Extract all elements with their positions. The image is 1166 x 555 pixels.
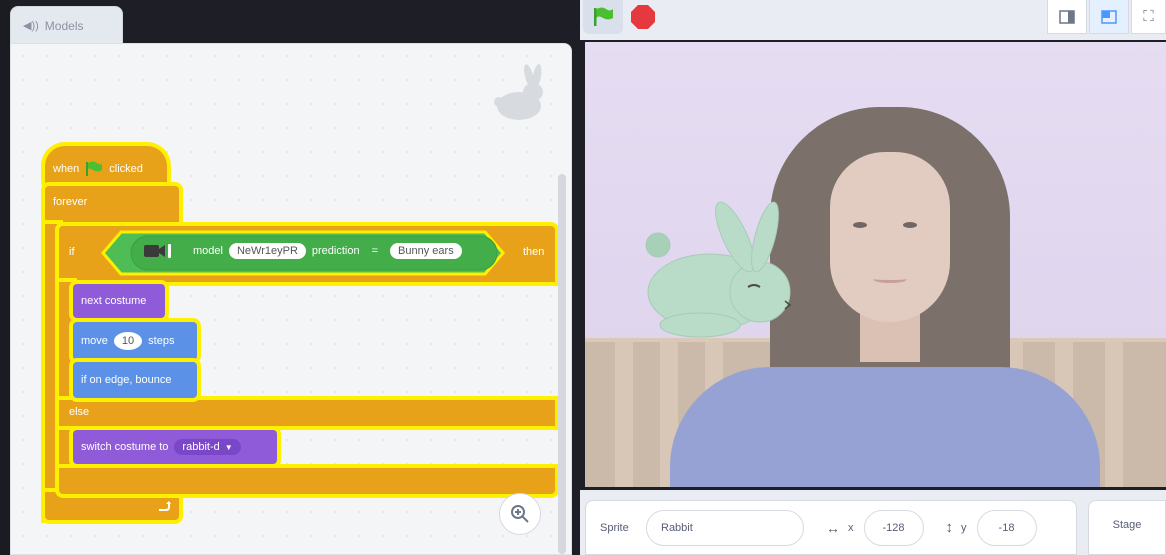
code-workspace[interactable]: when clicked forever if then else model …: [10, 43, 572, 555]
steps-label: steps: [148, 335, 175, 347]
large-stage-button[interactable]: [1089, 0, 1129, 34]
model-id-field[interactable]: NeWr1eyPR: [228, 243, 306, 259]
dropdown-caret-icon: ▼: [224, 442, 233, 452]
horizontal-arrows-icon: ↔: [826, 519, 840, 536]
zoom-in-icon: [511, 505, 529, 523]
prediction-value-field[interactable]: Bunny ears: [390, 243, 462, 259]
code-scrollbar[interactable]: [558, 174, 566, 554]
costume-dropdown-value: rabbit-d: [182, 441, 220, 453]
small-stage-button[interactable]: [1047, 0, 1087, 34]
prediction-label: prediction: [311, 245, 360, 257]
clicked-label: clicked: [109, 163, 143, 175]
else-bar: [59, 400, 555, 426]
small-stage-icon: [1059, 9, 1075, 24]
fullscreen-button[interactable]: ⛶: [1131, 0, 1166, 34]
green-flag-icon: [594, 7, 613, 26]
window-edge: [0, 0, 10, 555]
rabbit-sprite-watermark-icon: [494, 64, 543, 120]
rabbit-sprite[interactable]: [640, 197, 805, 357]
model-label: model: [193, 245, 223, 257]
x-label: x: [848, 521, 854, 534]
bounce-block[interactable]: if on edge, bounce: [73, 362, 197, 398]
if-arm: [59, 282, 73, 482]
camera-icon: [144, 244, 171, 258]
next-costume-block[interactable]: next costume: [73, 284, 165, 318]
costume-dropdown[interactable]: rabbit-d ▼: [174, 439, 241, 455]
equals-label: =: [371, 245, 379, 257]
green-flag-icon: [86, 161, 103, 176]
steps-input[interactable]: 10: [113, 332, 143, 350]
switch-costume-block[interactable]: switch costume to rabbit-d ▼: [73, 430, 277, 464]
forever-arm: [45, 224, 59, 519]
next-costume-label: next costume: [81, 295, 147, 307]
fullscreen-icon: ⛶: [1143, 8, 1154, 25]
loop-arrow-icon: [159, 501, 171, 511]
speaker-icon: ◀)): [23, 20, 39, 32]
sprite-info-panel: Sprite Rabbit ↔ x -128 ↕ y -18: [585, 500, 1077, 555]
sprite-label: Sprite: [600, 521, 629, 534]
sprite-name-input[interactable]: Rabbit: [646, 509, 804, 546]
y-label: y: [961, 521, 967, 534]
vertical-arrows-icon: ↕: [945, 519, 954, 536]
bounce-label: if on edge, bounce: [81, 374, 172, 386]
if-label: if: [69, 246, 75, 258]
tab-label: Models: [44, 18, 84, 33]
green-flag-button[interactable]: [583, 0, 623, 34]
tab-models[interactable]: ◀)) Models: [10, 6, 123, 44]
then-label: then: [523, 246, 545, 258]
when-label: when: [53, 163, 80, 175]
switch-costume-label: switch costume to: [81, 441, 169, 453]
stage-label: Stage: [1112, 519, 1142, 531]
when-flag-clicked-block[interactable]: when clicked: [45, 146, 167, 186]
stage-selector-panel[interactable]: Stage: [1088, 500, 1166, 555]
forever-label: forever: [53, 196, 88, 208]
app-root: ◀)) Models when clicked forever if then …: [0, 0, 1166, 555]
y-position-input[interactable]: -18: [976, 509, 1037, 546]
x-position-input[interactable]: -128: [863, 509, 924, 546]
else-label: else: [69, 406, 90, 418]
move-label: move: [81, 335, 108, 347]
stop-button[interactable]: [630, 4, 656, 30]
condition-content: model NeWr1eyPR prediction = Bunny ears: [143, 242, 462, 260]
stage-canvas[interactable]: [585, 42, 1166, 487]
if-footer: [59, 468, 555, 494]
large-stage-icon: [1101, 9, 1117, 24]
move-steps-block[interactable]: move 10 steps: [73, 322, 197, 360]
zoom-in-button[interactable]: [499, 493, 541, 535]
